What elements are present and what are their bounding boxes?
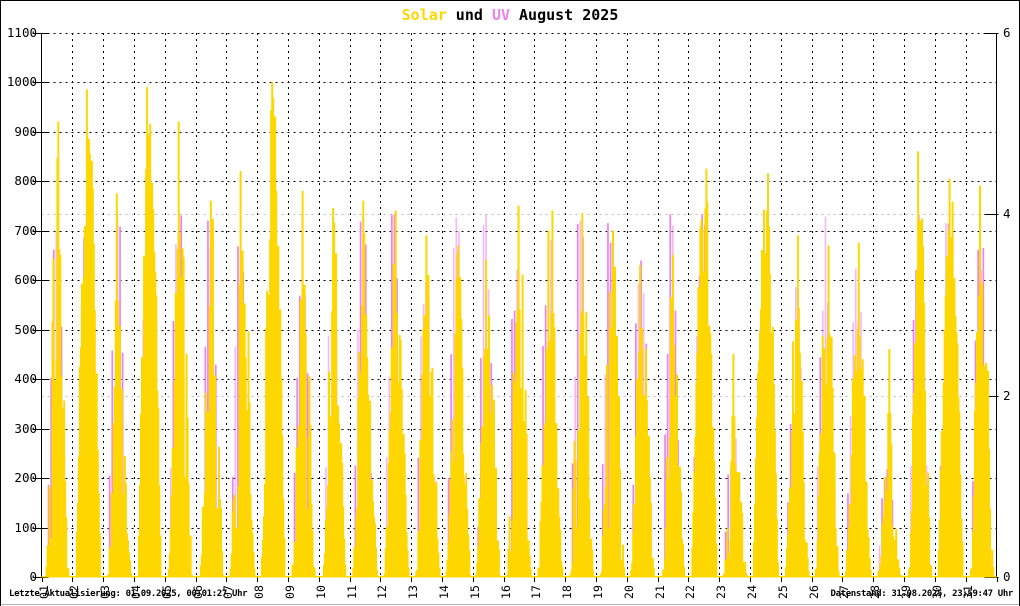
right-axis-label: 4	[1003, 207, 1020, 221]
x-axis-label: 14	[433, 583, 455, 601]
bottom-divider	[1, 604, 1019, 605]
solar-uv-chart-window: Solar und UV August 2025 010020030040050…	[0, 0, 1020, 606]
right-axis-label: 6	[1003, 26, 1020, 40]
x-axis-label: 17	[525, 583, 547, 601]
y-axis-label: 300	[1, 422, 37, 436]
x-axis-label: 22	[679, 583, 701, 601]
y-axis-label: 700	[1, 224, 37, 238]
x-axis-label: 18	[556, 583, 578, 601]
y-axis-label: 500	[1, 323, 37, 337]
x-axis-label: 20	[618, 583, 640, 601]
x-axis-label: 10	[310, 583, 332, 601]
x-axis-label: 08	[248, 583, 270, 601]
last-update-text: Letzte Aktualisierung: 01.09.2025, 00:01…	[9, 589, 247, 599]
y-axis-label: 1100	[1, 26, 37, 40]
x-axis-label: 12	[371, 583, 393, 601]
x-axis-label: 23	[710, 583, 732, 601]
x-axis-label: 11	[341, 583, 363, 601]
x-axis-label: 21	[649, 583, 671, 601]
x-axis-label: 26	[803, 583, 825, 601]
y-axis-label: 200	[1, 471, 37, 485]
y-axis-label: 1000	[1, 75, 37, 89]
plot-area	[1, 1, 1020, 606]
x-axis-label: 24	[741, 583, 763, 601]
x-axis-label: 15	[464, 583, 486, 601]
x-axis-label: 13	[402, 583, 424, 601]
y-axis-label: 800	[1, 174, 37, 188]
data-timestamp-text: Datenstand: 31.08.2025, 23:59:47 Uhr	[831, 589, 1013, 599]
y-axis-label: 100	[1, 521, 37, 535]
right-axis-label: 2	[1003, 389, 1020, 403]
x-axis-label: 25	[772, 583, 794, 601]
y-axis-label: 600	[1, 273, 37, 287]
y-axis-label: 0	[1, 570, 37, 584]
x-axis-label: 16	[495, 583, 517, 601]
y-axis-label: 900	[1, 125, 37, 139]
y-axis-label: 400	[1, 372, 37, 386]
x-axis-label: 19	[587, 583, 609, 601]
right-axis-label: 0	[1003, 570, 1020, 584]
x-axis-label: 09	[279, 583, 301, 601]
